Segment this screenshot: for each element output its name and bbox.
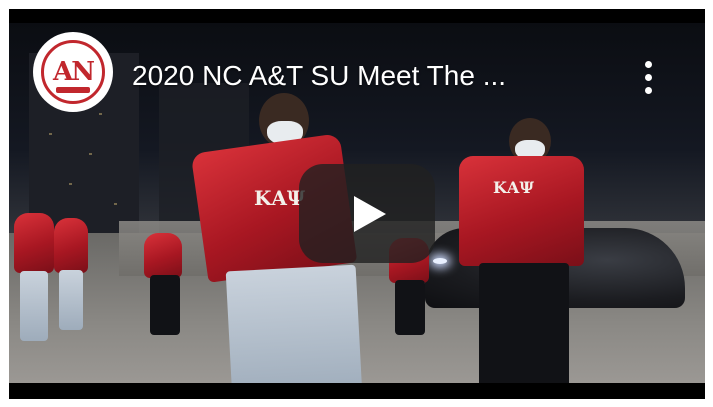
play-icon: [354, 196, 386, 232]
jacket-letters: ΚΑΨ: [493, 180, 534, 196]
logo-letters: AN: [53, 57, 95, 87]
video-player[interactable]: ΚΑΨ ΚΑΨ AN 2020 NC A&T SU Meet The ...: [9, 9, 705, 399]
kebab-menu-icon[interactable]: [639, 61, 659, 101]
play-button[interactable]: [299, 164, 435, 263]
channel-crest-icon: AN: [41, 40, 105, 104]
logo-ribbon: [56, 87, 90, 93]
video-title[interactable]: 2020 NC A&T SU Meet The ...: [132, 56, 612, 96]
channel-logo[interactable]: AN: [33, 32, 113, 112]
jacket-letters: ΚΑΨ: [254, 188, 305, 208]
